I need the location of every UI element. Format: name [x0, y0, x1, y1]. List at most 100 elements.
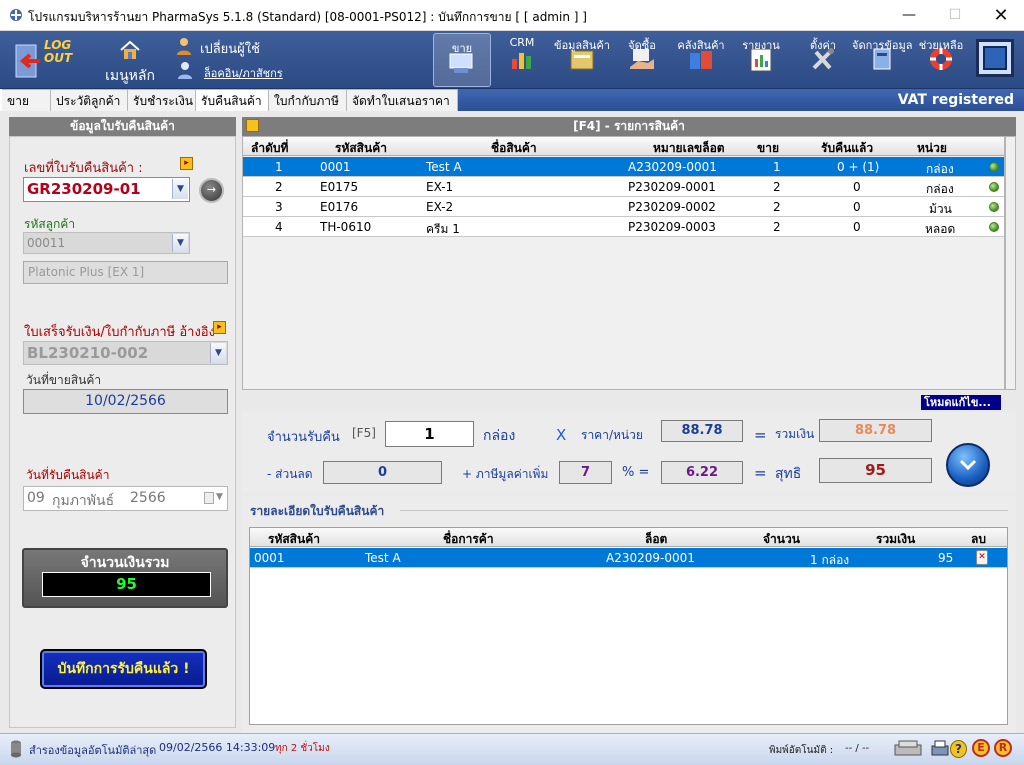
tab-tax-invoice[interactable]: ใบกำกับภาษี: [269, 89, 347, 111]
add-to-return-button[interactable]: [946, 443, 990, 487]
toolbar-product-data-label: ข้อมูลสินค้า: [554, 39, 610, 52]
cash-drawer-icon[interactable]: [893, 739, 923, 759]
toolbar-purchase-button[interactable]: จัดซื้อ: [620, 31, 664, 89]
logout-button[interactable]: LOG OUT: [8, 35, 92, 85]
printer-icon[interactable]: [929, 738, 951, 760]
toolbar-stock-button[interactable]: คลังสินค้า: [674, 31, 728, 89]
row-code: 0001: [320, 160, 351, 174]
row-unit: หลอด: [925, 222, 956, 236]
table-row[interactable]: 0001 Test A A230209-0001 1 กล่อง 95 ✕: [250, 548, 1007, 568]
save-return-button[interactable]: บันทึกการรับคืนแล้ว !: [40, 649, 207, 689]
ref-bill-label: ใบเสร็จรับเงิน/ใบกำกับภาษี อ้างอิง: [24, 325, 215, 340]
return-date-year: 2566: [130, 490, 166, 506]
row-lot: A230209-0001: [606, 551, 695, 565]
toolbar-report-button[interactable]: รายงาน: [738, 31, 784, 89]
row-sold: 2: [773, 220, 781, 234]
auto-print-value: -- / --: [845, 743, 870, 754]
net-label: สุทธิ: [775, 466, 802, 482]
ref-bill-select[interactable]: BL230210-002 ▼: [23, 341, 228, 365]
product-table-scrollbar[interactable]: [1005, 136, 1016, 390]
auto-print-label: พิมพ์อัตโนมัติ :: [769, 745, 834, 756]
login-history-button[interactable]: ล็อคอิน/ภาสัชกร: [172, 61, 292, 81]
status-dot-icon: [989, 202, 999, 212]
toolbar-help-button[interactable]: ช่วยเหลือ: [916, 31, 966, 89]
toolbar-data-manage-label: จัดการข้อมูล: [852, 39, 913, 52]
login-history-label: ล็อคอิน/ภาสัชกร: [204, 67, 283, 80]
row-lot: A230209-0001: [628, 160, 717, 174]
sum-value: 88.78: [819, 419, 932, 442]
col-delete: ลบ: [971, 532, 986, 546]
row-total: 95: [938, 551, 954, 565]
customer-code-value: 00011: [27, 236, 66, 250]
status-dot-icon: [989, 162, 999, 172]
home-label: เมนูหลัก: [105, 68, 155, 84]
row-no: 1: [275, 160, 283, 174]
receipt-no-value: GR230209-01: [27, 180, 141, 198]
users-icon: [178, 62, 192, 79]
return-date-month: กุมภาพันธ์: [52, 493, 115, 509]
row-returned: 0: [853, 200, 861, 214]
change-user-button[interactable]: เปลี่ยนผู้ใช้: [172, 37, 272, 57]
backup-time: 09/02/2566 14:33:09: [159, 741, 276, 754]
tab-payment[interactable]: รับชำระเงิน: [128, 89, 196, 111]
return-date-picker[interactable]: 09 กุมภาพันธ์ 2566 ▼: [23, 486, 228, 511]
row-returned: 0: [853, 180, 861, 194]
row-no: 3: [275, 200, 283, 214]
chevron-down-icon: ▼: [172, 179, 188, 199]
backup-label: สำรองข้อมูลอัตโนมัติล่าสุด: [29, 744, 157, 757]
toolbar-sale-button[interactable]: ขาย: [433, 33, 491, 87]
discount-value[interactable]: 0: [323, 461, 442, 484]
col-lot: ล็อต: [645, 532, 668, 546]
fullscreen-button[interactable]: [976, 39, 1014, 77]
tab-sale[interactable]: ขาย: [2, 89, 51, 111]
minimize-button[interactable]: —: [886, 0, 932, 31]
main-toolbar: LOG OUT เมนูหลัก เปลี่ยนผู้ใช้ ล็อคอิน/ภ…: [0, 31, 1024, 89]
chevron-down-icon: ▼: [172, 234, 188, 252]
e-icon[interactable]: E: [972, 739, 990, 757]
load-receipt-button[interactable]: →: [199, 178, 224, 203]
row-returned: 0 + (1): [837, 160, 880, 174]
toolbar-product-data-button[interactable]: ข้อมูลสินค้า: [552, 31, 612, 89]
qty-input[interactable]: [385, 421, 474, 447]
row-lot: P230209-0001: [628, 180, 716, 194]
r-icon[interactable]: R: [994, 739, 1012, 757]
product-list-title: [F4] - รายการสินค้า: [573, 119, 685, 133]
receipt-search-icon[interactable]: ▸: [180, 157, 193, 170]
toolbar-settings-label: ตั้งค่า: [809, 39, 837, 52]
toolbar-stock-label: คลังสินค้า: [677, 39, 725, 52]
row-name: Test A: [426, 160, 462, 174]
total-panel: จำนวนเงินรวม 95: [22, 548, 228, 608]
col-lot: หมายเลขล็อต: [653, 141, 725, 155]
col-total: รวมเงิน: [876, 532, 916, 546]
maximize-button[interactable]: ☐: [932, 0, 978, 31]
row-name: EX-2: [426, 200, 454, 214]
equals-sign: =: [754, 426, 767, 444]
help-icon[interactable]: ?: [950, 740, 967, 758]
receipt-no-select[interactable]: GR230209-01 ▼: [23, 177, 190, 202]
tab-product-return[interactable]: รับคืนสินค้า: [196, 89, 269, 111]
home-button[interactable]: เมนูหลัก: [100, 35, 160, 85]
table-row[interactable]: 3 E0176 EX-2 P230209-0002 2 0 ม้วน: [243, 197, 1004, 217]
vat-value: 6.22: [661, 461, 743, 484]
close-button[interactable]: ✕: [978, 0, 1024, 31]
chevron-down-icon: ▼: [210, 343, 226, 363]
toolbar-data-manage-button[interactable]: จัดการข้อมูล: [852, 31, 912, 89]
toolbar-help-label: ช่วยเหลือ: [918, 39, 964, 52]
col-unit: หน่วย: [917, 141, 947, 155]
tab-customer-history[interactable]: ประวัติลูกค้า: [51, 89, 128, 111]
col-no: ลำดับที่: [251, 141, 289, 155]
tab-quotation[interactable]: จัดทำใบเสนอราคา: [347, 89, 458, 111]
table-row[interactable]: 2 E0175 EX-1 P230209-0001 2 0 กล่อง: [243, 177, 1004, 197]
edit-mode-badge[interactable]: โหมดแก้ไข...: [921, 395, 1001, 410]
col-sold: ขาย: [757, 141, 779, 155]
ref-bill-search-icon[interactable]: ▸: [213, 321, 226, 334]
trash-icon[interactable]: ✕: [976, 550, 988, 565]
customer-code-select[interactable]: 00011 ▼: [23, 232, 190, 254]
logout-label: LOG OUT: [44, 38, 73, 65]
screen-icon: [983, 46, 1007, 70]
toolbar-crm-button[interactable]: CRM: [502, 31, 542, 89]
row-name: EX-1: [426, 180, 454, 194]
table-row[interactable]: 4 TH-0610 ครีม 1 P230209-0003 2 0 หลอด: [243, 217, 1004, 237]
table-row[interactable]: 1 0001 Test A A230209-0001 1 0 + (1) กล่…: [243, 157, 1004, 177]
toolbar-settings-button[interactable]: ตั้งค่า: [798, 31, 848, 89]
